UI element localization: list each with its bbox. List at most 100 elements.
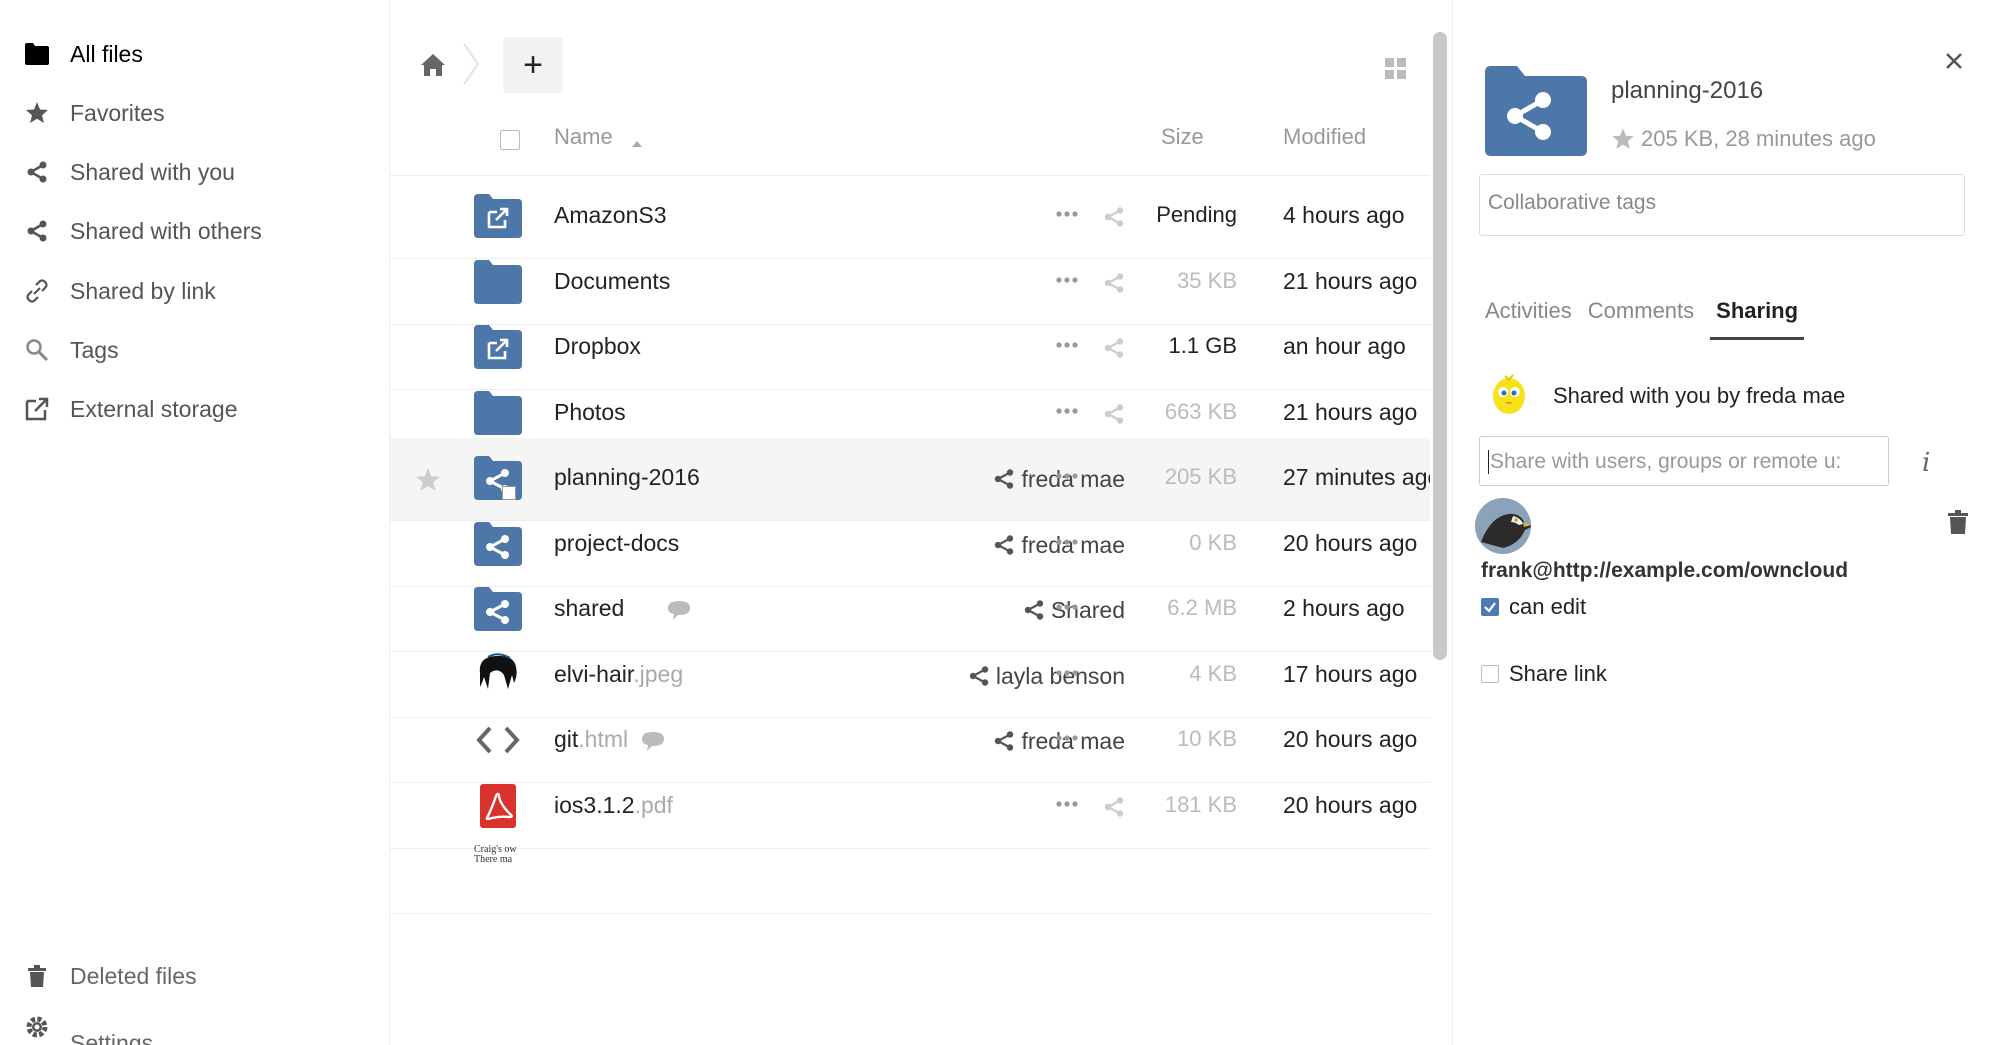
file-size: 205 KB <box>1164 464 1237 489</box>
file-name[interactable]: shared <box>554 595 624 622</box>
more-options-icon[interactable] <box>1054 204 1080 224</box>
star-icon[interactable] <box>414 466 442 494</box>
details-sidebar: planning-2016 205 KB, 28 minutes ago Col… <box>1452 0 1993 1045</box>
more-options-icon[interactable] <box>1054 597 1080 617</box>
file-name[interactable]: Dropbox <box>554 333 641 360</box>
file-extension: .html <box>578 726 629 752</box>
thumbnail-text: There ma <box>474 854 513 865</box>
image-thumbnail <box>474 653 522 697</box>
column-name[interactable]: Name <box>554 124 613 150</box>
row-checkbox[interactable] <box>502 486 516 500</box>
more-options-icon[interactable] <box>1054 335 1080 355</box>
share-button[interactable] <box>1103 202 1125 232</box>
scrollbar[interactable] <box>1433 32 1447 660</box>
file-size: 181 KB <box>1164 792 1237 817</box>
grid-view-icon[interactable] <box>1384 57 1408 81</box>
file-name[interactable]: Documents <box>554 268 670 295</box>
settings-button[interactable]: Settings <box>0 1006 389 1045</box>
collaborative-tags-input[interactable]: Collaborative tags <box>1479 174 1965 236</box>
comment-icon[interactable] <box>640 730 666 752</box>
can-edit-checkbox[interactable]: can edit <box>1481 594 1586 620</box>
column-size[interactable]: Size <box>1161 124 1204 150</box>
share-link-checkbox[interactable]: Share link <box>1481 661 1607 687</box>
file-basename: project-docs <box>554 530 680 556</box>
comment-icon[interactable] <box>666 599 692 621</box>
shared-folder-icon <box>1485 66 1587 156</box>
app-navigation: All files Favorites Shared with you Shared … <box>0 0 390 1045</box>
file-name[interactable]: elvi-hair.jpeg <box>554 661 683 688</box>
column-modified[interactable]: Modified <box>1283 124 1366 150</box>
sidebar-item-label: Favorites <box>70 99 165 126</box>
recipient-name: frank@http://example.com/owncloud <box>1481 559 1849 582</box>
details-title: planning-2016 <box>1611 77 1764 104</box>
link-icon <box>24 278 50 304</box>
star-icon[interactable] <box>1611 127 1635 151</box>
share-button[interactable] <box>1103 792 1125 822</box>
share-input-placeholder: Share with users, groups or remote u: <box>1490 450 1842 473</box>
sidebar-item-external-storage[interactable]: External storage <box>0 379 389 439</box>
external-icon <box>24 396 50 422</box>
tab-sharing[interactable]: Sharing <box>1710 298 1805 340</box>
new-button-label: + <box>523 45 543 84</box>
shared-folder-icon <box>474 522 522 566</box>
sidebar-item-shared-with-others[interactable]: Shared with others <box>0 201 389 261</box>
share-icon <box>995 731 1014 751</box>
sidebar-item-all-files[interactable]: All files <box>0 24 389 84</box>
more-options-icon[interactable] <box>1054 663 1080 683</box>
file-basename: shared <box>554 595 625 621</box>
select-all-checkbox[interactable] <box>500 130 520 150</box>
file-name[interactable]: Photos <box>554 399 626 426</box>
new-button[interactable]: + <box>503 37 563 93</box>
file-modified: 17 hours ago <box>1283 661 1418 687</box>
file-name[interactable]: project-docs <box>554 530 679 557</box>
settings-label: Settings <box>70 1030 154 1045</box>
share-link-label: Share link <box>1509 661 1607 686</box>
file-modified: 27 minutes ago <box>1283 464 1430 490</box>
sidebar-item-label: Tags <box>70 336 119 363</box>
file-row[interactable]: Craig's ow There ma <box>390 831 1430 914</box>
trash-icon[interactable] <box>1947 510 1969 534</box>
share-button[interactable] <box>1103 399 1125 429</box>
checkbox-checked-icon <box>1481 598 1499 616</box>
sidebar-item-deleted-files[interactable]: Deleted files <box>0 946 389 1006</box>
file-name[interactable]: AmazonS3 <box>554 202 667 229</box>
tab-comments[interactable]: Comments <box>1588 298 1694 340</box>
file-modified: 20 hours ago <box>1283 530 1418 556</box>
share-button[interactable] <box>1103 333 1125 363</box>
share-icon <box>1024 600 1044 620</box>
file-basename: AmazonS3 <box>554 202 667 228</box>
share-icon <box>1104 207 1124 227</box>
sidebar-item-shared-with-you[interactable]: Shared with you <box>0 142 389 202</box>
file-basename: elvi-hair <box>554 661 634 687</box>
more-options-icon[interactable] <box>1054 532 1080 552</box>
more-options-icon[interactable] <box>1054 270 1080 290</box>
info-icon[interactable]: i <box>1922 448 1930 478</box>
file-name[interactable]: ios3.1.2.pdf <box>554 792 673 819</box>
share-with-input[interactable]: Share with users, groups or remote u: <box>1479 436 1889 486</box>
tab-activities[interactable]: Activities <box>1485 298 1572 340</box>
file-name[interactable]: git.html <box>554 726 628 753</box>
file-size: 663 KB <box>1164 399 1237 424</box>
sidebar-item-shared-by-link[interactable]: Shared by link <box>0 261 389 321</box>
file-size: Pending <box>1156 202 1237 227</box>
sidebar-item-favorites[interactable]: Favorites <box>0 83 389 143</box>
more-options-icon[interactable] <box>1054 466 1080 486</box>
file-modified: 4 hours ago <box>1283 202 1405 228</box>
close-icon[interactable] <box>1943 50 1965 72</box>
sidebar-item-tags[interactable]: Tags <box>0 320 389 380</box>
more-options-icon[interactable] <box>1054 728 1080 748</box>
share-button[interactable]: layla benson <box>968 661 1125 691</box>
share-button[interactable] <box>1103 268 1125 298</box>
more-options-icon[interactable] <box>1054 794 1080 814</box>
file-name[interactable]: planning-2016 <box>554 464 700 491</box>
share-icon <box>1104 797 1124 817</box>
sidebar-item-label: Shared with others <box>70 217 262 244</box>
home-icon[interactable] <box>418 50 448 80</box>
file-size: 4 KB <box>1189 661 1237 686</box>
file-modified: 20 hours ago <box>1283 792 1418 818</box>
share-icon <box>969 666 989 686</box>
file-list: AmazonS3 Pending 4 hours ago Documents 35 KB… <box>390 176 1430 1045</box>
file-modified: 2 hours ago <box>1283 595 1405 621</box>
share-icon <box>1104 404 1124 424</box>
more-options-icon[interactable] <box>1054 401 1080 421</box>
